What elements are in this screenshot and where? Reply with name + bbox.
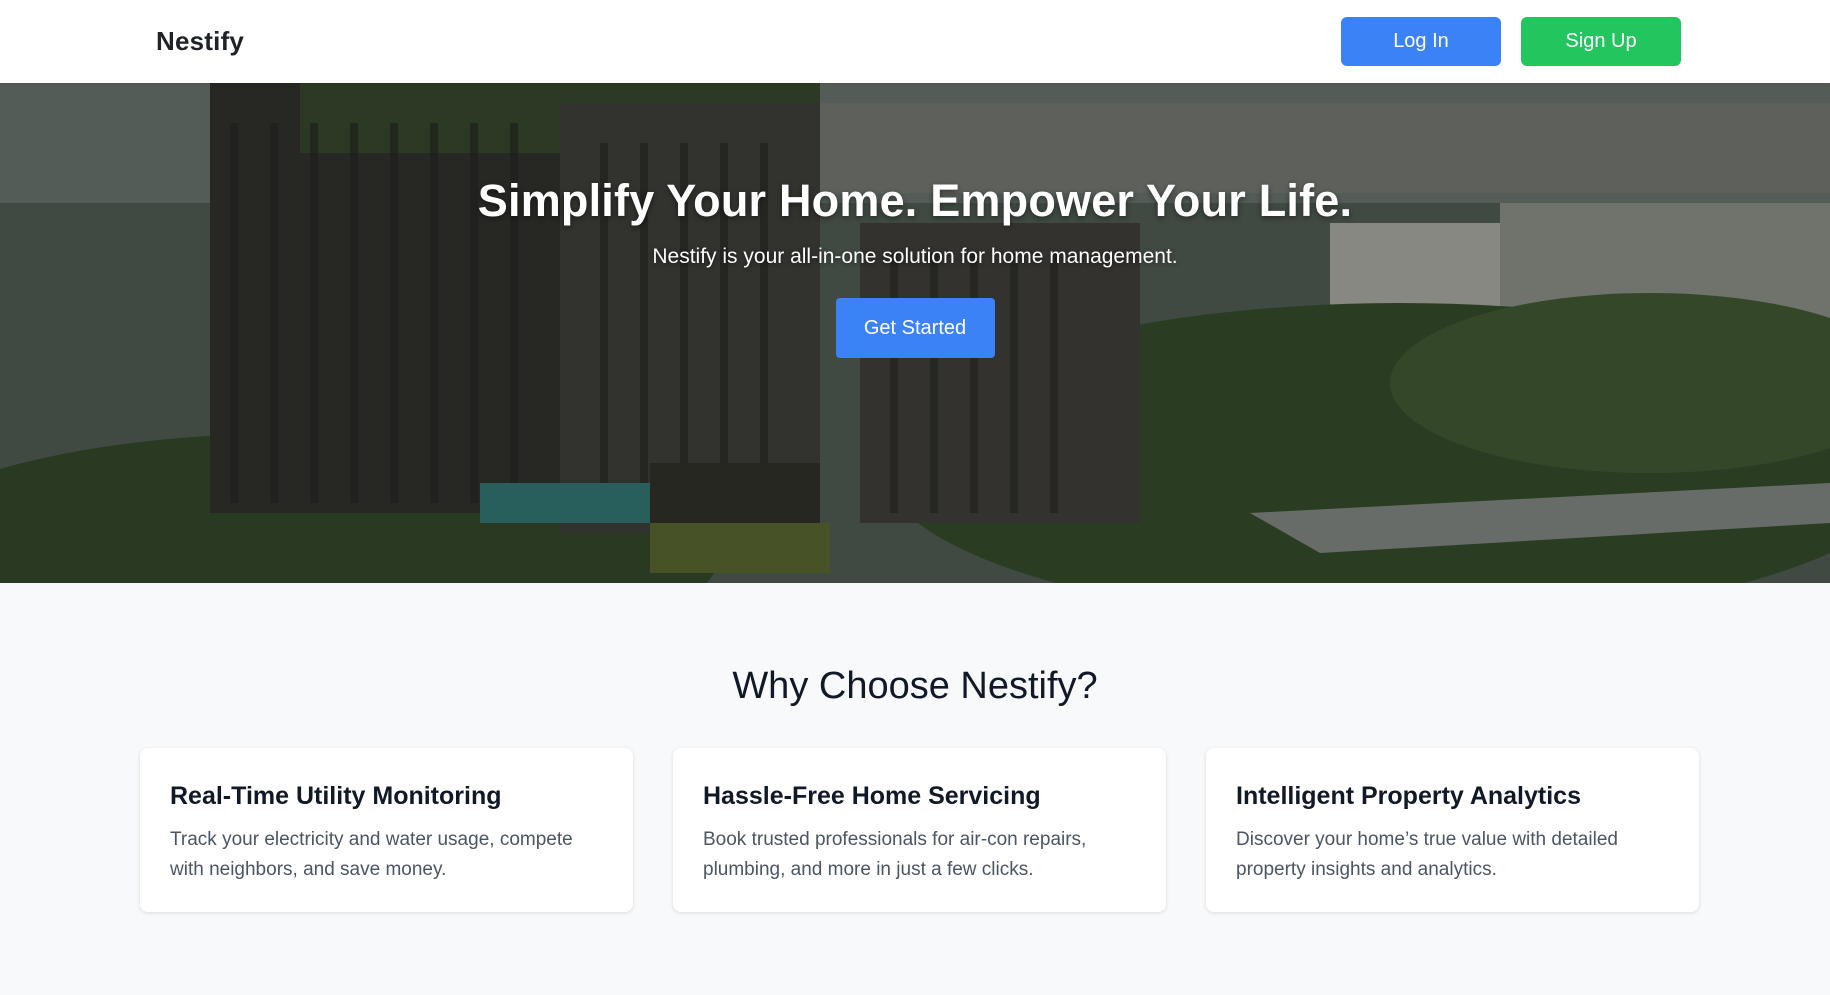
brand-logo[interactable]: Nestify [156, 26, 244, 57]
feature-card-home-servicing: Hassle-Free Home Servicing Book trusted … [673, 748, 1166, 912]
feature-card-text: Discover your home’s true value with det… [1236, 829, 1618, 880]
hero-title: Simplify Your Home. Empower Your Life. [477, 175, 1353, 226]
feature-cards: Real-Time Utility Monitoring Track your … [140, 748, 1699, 912]
feature-card-property-analytics: Intelligent Property Analytics Discover … [1206, 748, 1699, 912]
features-section: Why Choose Nestify? Real-Time Utility Mo… [0, 583, 1830, 995]
feature-card-text: Track your electricity and water usage, … [170, 829, 573, 880]
hero-subtitle: Nestify is your all-in-one solution for … [652, 245, 1178, 268]
feature-card-text: Book trusted professionals for air-con r… [703, 829, 1087, 880]
get-started-button[interactable]: Get Started [835, 298, 995, 358]
signup-button[interactable]: Sign Up [1521, 17, 1681, 66]
feature-card-title: Real-Time Utility Monitoring [170, 782, 502, 810]
features-title: Why Choose Nestify? [732, 665, 1098, 707]
top-navbar: Nestify Log In Sign Up [0, 0, 1830, 83]
feature-card-title: Intelligent Property Analytics [1236, 782, 1581, 810]
feature-card-utility-monitoring: Real-Time Utility Monitoring Track your … [140, 748, 633, 912]
feature-card-title: Hassle-Free Home Servicing [703, 782, 1041, 810]
nav-actions: Log In Sign Up [1341, 17, 1681, 66]
login-button[interactable]: Log In [1341, 17, 1501, 66]
hero-section: Simplify Your Home. Empower Your Life. N… [0, 83, 1830, 583]
hero-content: Simplify Your Home. Empower Your Life. N… [0, 83, 1830, 583]
